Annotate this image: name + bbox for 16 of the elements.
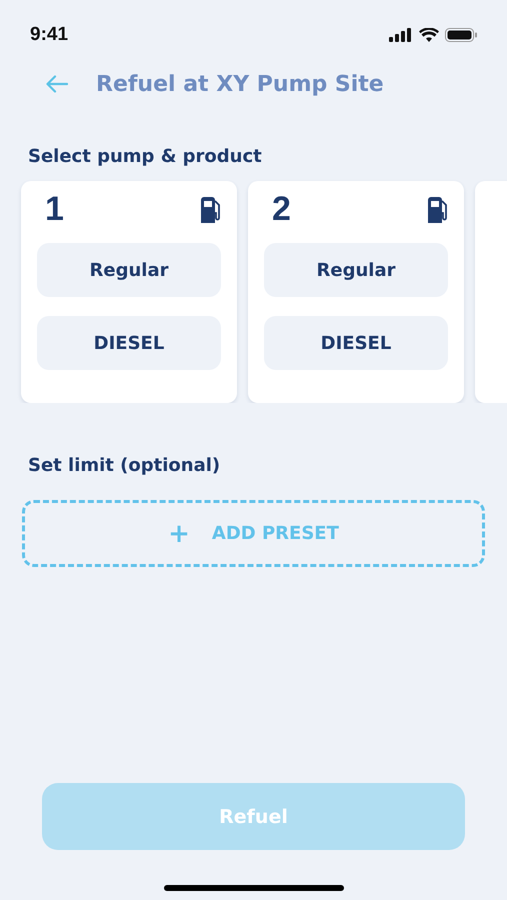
page-title: Refuel at XY Pump Site xyxy=(96,72,384,96)
pump-number: 1 xyxy=(44,189,64,229)
status-time: 9:41 xyxy=(30,24,68,46)
product-button[interactable]: Regular xyxy=(37,243,221,297)
battery-icon xyxy=(445,28,477,42)
fuel-pump-icon xyxy=(426,197,448,223)
back-button[interactable] xyxy=(46,75,68,93)
product-button[interactable]: Regular xyxy=(264,243,448,297)
fuel-pump-icon xyxy=(199,197,221,223)
wifi-icon xyxy=(419,28,439,42)
product-button[interactable]: DIESEL xyxy=(37,316,221,370)
signal-icon xyxy=(389,28,413,42)
pump-number: 2 xyxy=(271,189,291,229)
section-title: Set limit (optional) xyxy=(28,455,222,476)
product-button[interactable]: DIESEL xyxy=(264,316,448,370)
section-title: Select pump & product xyxy=(28,146,263,167)
